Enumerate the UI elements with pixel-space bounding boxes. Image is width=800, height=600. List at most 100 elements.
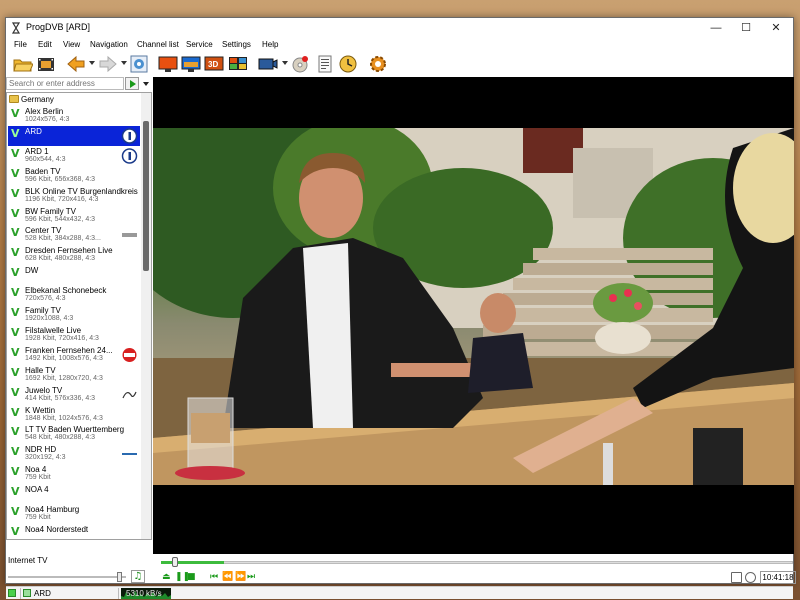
stop-icon[interactable]: ■ <box>187 572 196 583</box>
channel-item[interactable]: V BW Family TV 596 Kbit, 544x432, 4:3 <box>8 206 140 226</box>
forward-arrow-icon[interactable] <box>98 54 118 74</box>
channel-item[interactable]: V NOA 4 <box>8 484 140 504</box>
channel-item[interactable]: V ARD <box>8 125 140 146</box>
status-bar: ARD 5310 kB/s <box>6 586 793 599</box>
channel-name: Noa4 Norderstedt <box>25 524 89 534</box>
channel-item[interactable]: V Noa4 Norderstedt <box>8 524 140 539</box>
channel-name: LT TV Baden Wuerttemberg <box>25 425 125 435</box>
open-folder-icon[interactable] <box>13 54 33 74</box>
minimize-button[interactable]: — <box>701 18 731 38</box>
channel-item[interactable]: V NDR HD 320x192, 4:3 <box>8 444 140 464</box>
mosaic-icon[interactable] <box>228 54 248 74</box>
maximize-button[interactable]: ☐ <box>731 18 761 38</box>
channel-info: 1492 Kbit, 1008x576, 4:3 <box>25 354 103 362</box>
group-selector[interactable]: Internet TV <box>8 556 47 565</box>
menu-channel-list[interactable]: Channel list <box>137 40 179 49</box>
record-dropdown-icon[interactable] <box>282 61 288 65</box>
menu-bar: File Edit View Navigation Channel list S… <box>6 38 793 52</box>
channel-name: NOA 4 <box>25 485 49 495</box>
channel-name: NDR HD <box>25 445 57 455</box>
channel-item[interactable]: V Juwelo TV 414 Kbit, 576x336, 4:3 <box>8 385 140 405</box>
channel-item[interactable]: V Family TV 1920x1088, 4:3 <box>8 305 140 325</box>
channel-item[interactable]: V Alex Berlin 1024x576, 4:3 <box>8 106 140 126</box>
channel-name: Filstalwelle Live <box>25 325 82 335</box>
volume-knob[interactable] <box>117 572 122 582</box>
back-dropdown-icon[interactable] <box>89 61 95 65</box>
skip-back-icon[interactable]: ⏮ <box>210 572 218 583</box>
channel-item[interactable]: V LT TV Baden Wuerttemberg 548 Kbit, 480x2… <box>8 424 140 444</box>
channel-item[interactable]: V Elbekanal Schonebeck 720x576, 4:3 <box>8 285 140 305</box>
channel-item[interactable]: V Franken Fernsehen 24... 1492 Kbit, 1008x… <box>8 345 140 365</box>
channel-type-icon: V <box>11 485 20 499</box>
toolbar: 3D <box>6 52 793 76</box>
channel-name: Juwelo TV <box>25 385 63 395</box>
channel-item[interactable]: V DW <box>8 265 140 285</box>
scrollbar-thumb[interactable] <box>143 121 149 271</box>
tv-screen-icon[interactable] <box>158 54 178 74</box>
aspect-ratio-icon[interactable] <box>731 572 742 583</box>
channel-type-icon: V <box>11 465 20 479</box>
channel-name: Baden TV <box>25 166 61 176</box>
ndr-logo <box>122 453 137 456</box>
channel-item[interactable]: V Dresden Fernsehen Live 628 Kbit, 480x288… <box>8 245 140 265</box>
channel-item[interactable]: V Noa 4 759 Kbit <box>8 464 140 484</box>
channel-group[interactable]: Germany <box>9 95 54 106</box>
channel-info: 1024x576, 4:3 <box>25 116 70 123</box>
menu-settings[interactable]: Settings <box>222 40 251 49</box>
tv-screen-alt-icon[interactable] <box>181 54 201 74</box>
channel-item[interactable]: V BLK Online TV Burgenlandkreis 1196 Kbit,… <box>8 186 140 206</box>
progress-track[interactable] <box>161 561 793 564</box>
channel-type-icon: V <box>11 385 20 399</box>
audio-track-icon[interactable]: ♫ <box>131 570 145 583</box>
rewind-icon[interactable]: ⏪ <box>222 572 233 583</box>
channel-info: 759 Kbit <box>25 514 51 521</box>
timer-icon[interactable] <box>745 572 756 583</box>
channel-item[interactable]: V Filstalwelle Live 1928 Kbit, 720x416, 4:… <box>8 325 140 345</box>
film-icon[interactable] <box>36 54 56 74</box>
channel-item[interactable]: V Halle TV 1692 Kbit, 1280x720, 4:3 <box>8 365 140 385</box>
back-arrow-icon[interactable] <box>66 54 86 74</box>
channel-item[interactable]: V K Wettin 1848 Kbit, 1024x576, 4:3 <box>8 405 140 425</box>
close-button[interactable]: ✕ <box>761 18 791 38</box>
disc-icon[interactable] <box>290 54 310 74</box>
juwelo-logo <box>122 391 137 398</box>
status-divider <box>118 588 119 599</box>
channel-info: 1928 Kbit, 720x416, 4:3 <box>25 334 99 342</box>
eject-icon[interactable]: ⏏ <box>162 572 171 583</box>
record-video-icon[interactable] <box>258 54 278 74</box>
menu-navigation[interactable]: Navigation <box>90 40 128 49</box>
playback-controls: ⏏ ❚❚ ■ ⏮ ⏪ ⏩ ⏭ 10:41:18 <box>156 571 796 585</box>
epg-icon[interactable] <box>129 54 149 74</box>
signal-led-icon <box>8 589 16 597</box>
settings-gear-icon[interactable] <box>368 54 388 74</box>
channel-name: Alex Berlin <box>25 107 64 116</box>
video-player[interactable] <box>153 77 794 554</box>
forward-dropdown-icon[interactable] <box>121 61 127 65</box>
search-input[interactable] <box>6 77 124 90</box>
clock-icon[interactable] <box>338 54 358 74</box>
progress-knob[interactable] <box>172 557 178 567</box>
channel-type-icon: V <box>11 226 20 240</box>
channel-item[interactable]: V ARD 1 960x544, 4:3 <box>8 146 140 166</box>
channel-type-icon: V <box>11 266 20 280</box>
channel-item[interactable]: V Baden TV 596 Kbit, 656x368, 4:3 <box>8 166 140 186</box>
menu-view[interactable]: View <box>63 40 80 49</box>
title-bar[interactable]: ProgDVB [ARD] — ☐ ✕ <box>6 18 793 38</box>
menu-service[interactable]: Service <box>186 40 213 49</box>
search-dropdown-icon[interactable] <box>141 77 151 90</box>
go-button[interactable] <box>125 77 139 90</box>
notes-icon[interactable] <box>315 54 335 74</box>
menu-file[interactable]: File <box>14 40 27 49</box>
skip-forward-icon[interactable]: ⏭ <box>247 572 255 583</box>
fast-forward-icon[interactable]: ⏩ <box>235 572 246 583</box>
channel-type-icon: V <box>11 286 20 300</box>
menu-edit[interactable]: Edit <box>38 40 52 49</box>
video-frame <box>153 128 794 485</box>
channel-item[interactable]: V Center TV 528 Kbit, 384x288, 4:3... <box>8 225 140 245</box>
volume-slider[interactable] <box>8 576 126 578</box>
menu-help[interactable]: Help <box>262 40 278 49</box>
3d-icon[interactable]: 3D <box>204 54 224 74</box>
channel-list-scrollbar[interactable] <box>141 93 151 539</box>
channel-item[interactable]: V Noa4 Hamburg 759 Kbit <box>8 504 140 524</box>
channel-type-icon: V <box>11 306 20 319</box>
